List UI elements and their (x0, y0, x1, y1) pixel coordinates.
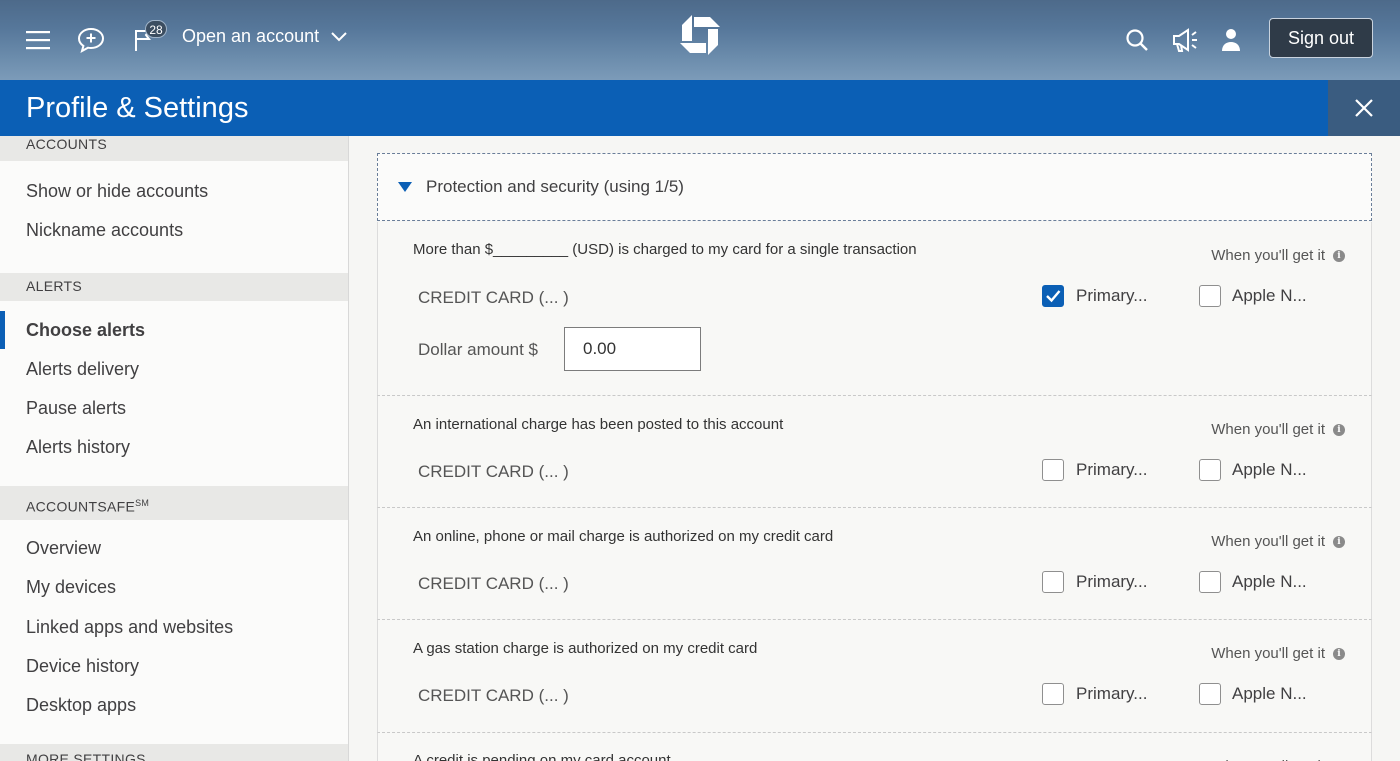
when-youll-get-it[interactable]: When you'll get it i (1211, 533, 1345, 550)
primary-label: Primary... (1076, 572, 1148, 591)
main-content: Protection and security (using 1/5) More… (350, 136, 1400, 761)
credit-card-label: CREDIT CARD (... ) (418, 288, 569, 307)
sidebar-item-alerts-delivery[interactable]: Alerts delivery (26, 359, 139, 380)
expand-triangle-icon (398, 182, 412, 192)
primary-checkbox[interactable] (1042, 571, 1064, 593)
sidebar-item-device-history[interactable]: Device history (26, 656, 139, 677)
apple-label: Apple N... (1232, 286, 1307, 305)
sidebar-item-nickname-accounts[interactable]: Nickname accounts (26, 220, 183, 241)
info-icon[interactable]: i (1333, 249, 1345, 262)
sidebar-item-pause-alerts[interactable]: Pause alerts (26, 398, 126, 419)
sidebar-item-alerts-history[interactable]: Alerts history (26, 437, 130, 458)
apple-label: Apple N... (1232, 460, 1307, 479)
sidebar: ACCOUNTS Show or hide accounts Nickname … (0, 136, 349, 761)
alert-description: A credit is pending on my card account (413, 752, 671, 761)
sign-out-button[interactable]: Sign out (1269, 18, 1373, 58)
sidebar-item-overview[interactable]: Overview (26, 538, 101, 559)
apple-checkbox[interactable] (1199, 285, 1221, 307)
open-account-label: Open an account (182, 26, 320, 46)
alert-row: A credit is pending on my card account W… (377, 733, 1372, 761)
alert-list: More than $_________ (USD) is charged to… (377, 222, 1372, 761)
credit-card-label: CREDIT CARD (... ) (418, 574, 569, 593)
active-indicator (0, 311, 5, 349)
dollar-amount-input[interactable] (564, 327, 701, 371)
accountsafe-label: ACCOUNTSAFE (26, 498, 136, 515)
sidebar-item-desktop-apps[interactable]: Desktop apps (26, 695, 136, 716)
search-icon[interactable] (1124, 0, 1150, 80)
alert-description: An online, phone or mail charge is autho… (413, 528, 834, 545)
alert-row: A gas station charge is authorized on my… (377, 620, 1372, 733)
flag-icon[interactable] (131, 0, 157, 80)
accordion-label: Protection and security (using 1/5) (426, 177, 684, 196)
sidebar-item-my-devices[interactable]: My devices (26, 577, 116, 598)
chevron-down-icon (331, 31, 347, 41)
primary-checkbox[interactable] (1042, 683, 1064, 705)
megaphone-icon[interactable] (1171, 0, 1199, 80)
info-icon[interactable]: i (1333, 647, 1345, 660)
when-label: When you'll get it (1211, 421, 1325, 438)
dollar-amount-label: Dollar amount $ (418, 340, 539, 359)
checkmark-icon (1046, 290, 1061, 303)
when-label: When you'll get it (1211, 645, 1325, 662)
sidebar-section-accountsafe: ACCOUNTSAFESM (0, 486, 348, 520)
alert-row: An online, phone or mail charge is autho… (377, 508, 1372, 620)
apple-label: Apple N... (1232, 572, 1307, 591)
close-button[interactable] (1328, 80, 1400, 136)
sidebar-section-more-settings: MORE SETTINGS (0, 744, 348, 761)
primary-checkbox[interactable] (1042, 285, 1064, 307)
primary-label: Primary... (1076, 684, 1148, 703)
primary-label: Primary... (1076, 286, 1148, 305)
primary-checkbox[interactable] (1042, 459, 1064, 481)
alert-row: More than $_________ (USD) is charged to… (377, 222, 1372, 396)
apple-checkbox[interactable] (1199, 571, 1221, 593)
notification-badge: 28 (145, 20, 167, 38)
hamburger-icon[interactable] (24, 0, 52, 80)
when-youll-get-it[interactable]: When you'll get it i (1211, 421, 1345, 438)
primary-label: Primary... (1076, 460, 1148, 479)
apple-label: Apple N... (1232, 684, 1307, 703)
sidebar-item-choose-alerts[interactable]: Choose alerts (26, 320, 145, 341)
person-icon[interactable] (1219, 0, 1243, 80)
open-account-menu[interactable]: Open an account (182, 0, 347, 73)
credit-card-label: CREDIT CARD (... ) (418, 462, 569, 481)
sidebar-item-show-hide-accounts[interactable]: Show or hide accounts (26, 181, 208, 202)
chase-logo[interactable] (680, 15, 720, 55)
when-youll-get-it[interactable]: When you'll get it i (1211, 247, 1345, 264)
when-label: When you'll get it (1211, 533, 1325, 550)
apple-checkbox[interactable] (1199, 683, 1221, 705)
page-title: Profile & Settings (26, 92, 249, 124)
sidebar-item-linked-apps[interactable]: Linked apps and websites (26, 617, 233, 638)
top-bar: 28 Open an account Sign out (0, 0, 1400, 80)
sidebar-section-accounts: ACCOUNTS (0, 136, 348, 161)
when-label: When you'll get it (1211, 247, 1325, 264)
alert-description: More than $_________ (USD) is charged to… (413, 241, 917, 258)
service-mark: SM (135, 498, 150, 508)
alert-description: An international charge has been posted … (413, 416, 784, 433)
page-header: Profile & Settings (0, 80, 1400, 136)
apple-checkbox[interactable] (1199, 459, 1221, 481)
accordion-protection-security[interactable]: Protection and security (using 1/5) (377, 153, 1372, 221)
close-icon (1355, 99, 1373, 117)
alert-row: An international charge has been posted … (377, 396, 1372, 508)
chat-icon[interactable] (76, 0, 106, 80)
info-icon[interactable]: i (1333, 535, 1345, 548)
credit-card-label: CREDIT CARD (... ) (418, 686, 569, 705)
when-youll-get-it[interactable]: When you'll get it i (1211, 645, 1345, 662)
sidebar-section-alerts: ALERTS (0, 273, 348, 301)
alert-description: A gas station charge is authorized on my… (413, 640, 758, 657)
info-icon[interactable]: i (1333, 423, 1345, 436)
